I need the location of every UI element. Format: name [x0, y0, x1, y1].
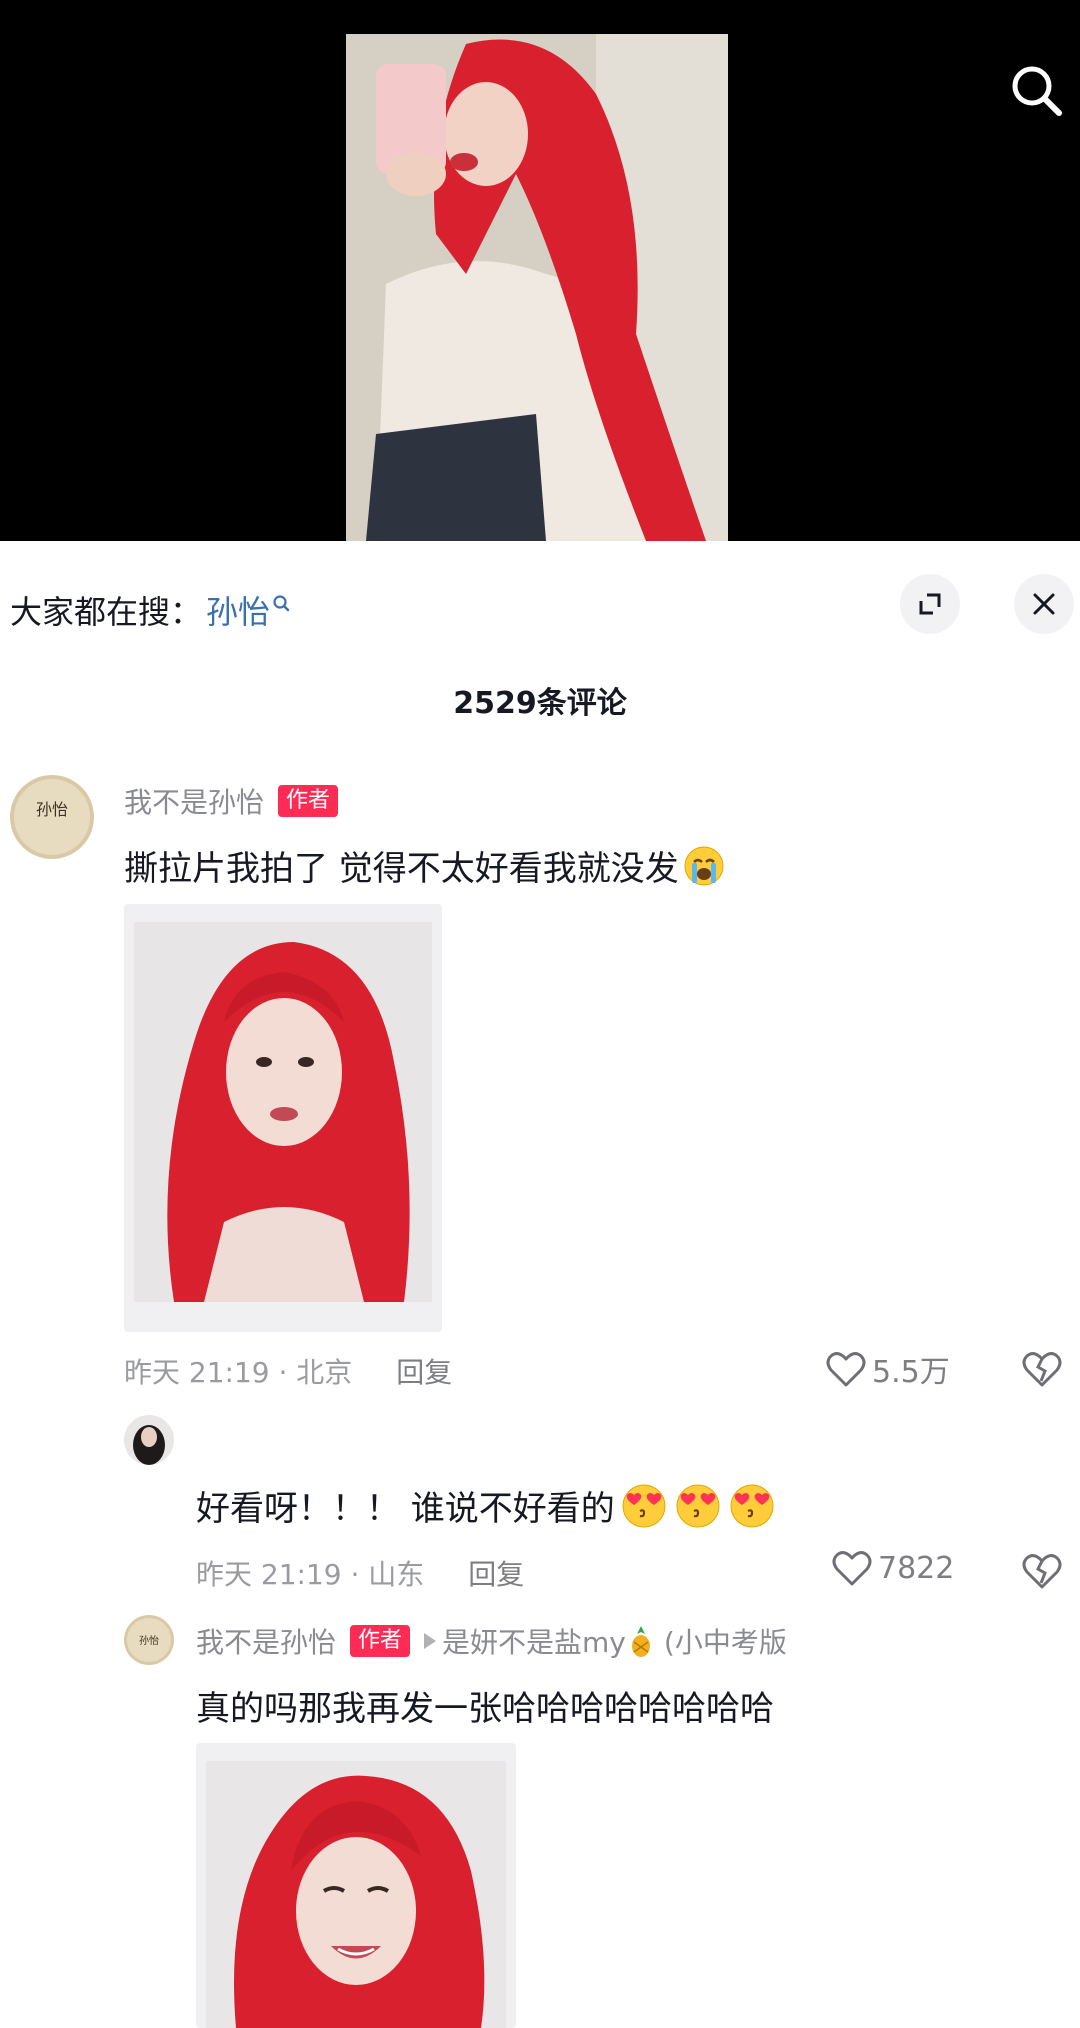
author-badge: 作者 [278, 785, 339, 817]
avatar-image: 孙怡 [124, 1615, 174, 1665]
reply-to-username[interactable]: 是妍不是盐my [442, 1621, 626, 1661]
dislike-button[interactable] [1020, 1549, 1064, 1593]
heart-icon [826, 1352, 866, 1387]
broken-heart-icon [1022, 1554, 1062, 1589]
reply-button[interactable]: 回复 [396, 1351, 452, 1391]
heart-icon [832, 1551, 872, 1586]
comment-image[interactable] [196, 1743, 516, 2028]
search-icon [1012, 66, 1062, 116]
comment-image[interactable] [124, 904, 442, 1332]
like-button[interactable]: 7822 [832, 1549, 954, 1587]
video-player[interactable] [0, 0, 1080, 541]
reply-to-suffix: (小中考版 [663, 1626, 787, 1659]
portrait-photo [206, 1761, 506, 2028]
comment-meta: 昨天 21:19 · 山东 回复 [196, 1553, 524, 1593]
search-button[interactable] [1006, 60, 1066, 120]
comment-text: 撕拉片我拍了 觉得不太好看我就没发 [124, 841, 725, 890]
close-icon [1033, 593, 1055, 615]
expand-icon [919, 593, 941, 615]
pineapple-emoji [631, 1626, 650, 1657]
comment-text: 真的吗那我再发一张哈哈哈哈哈哈哈哈 [196, 1689, 774, 1729]
comment-meta: 昨天 21:19 · 北京 回复 [124, 1351, 452, 1391]
polaroid-photo [206, 1761, 506, 2028]
expand-button[interactable] [900, 574, 960, 634]
comment-time-location: 昨天 21:19 · 山东 [196, 1558, 425, 1591]
svg-text:孙怡: 孙怡 [139, 1634, 159, 1647]
close-button[interactable] [1014, 574, 1074, 634]
video-photo [346, 34, 728, 541]
reply-button[interactable]: 回复 [468, 1553, 524, 1593]
broken-heart-icon [1022, 1352, 1062, 1387]
comment-username[interactable]: 我不是孙怡 作者 [124, 781, 339, 821]
comment-count: 2529条评论 [453, 686, 627, 721]
comment-panel: 大家都在搜： 孙怡 2529条评论 孙怡 我不是孙怡 作者 撕拉片我拍了 觉得不… [0, 541, 1080, 2028]
avatar-image: 孙怡 [10, 775, 94, 859]
search-icon [273, 595, 290, 612]
like-button[interactable]: 5.5万 [826, 1347, 950, 1391]
author-badge: 作者 [350, 1625, 411, 1657]
hot-search-keyword[interactable]: 孙怡 [206, 587, 270, 633]
heart-eyes-emoji [676, 1484, 720, 1527]
comment-username[interactable] [196, 1421, 616, 1447]
comment-time-location: 昨天 21:19 · 北京 [124, 1356, 353, 1389]
video-frame[interactable] [346, 34, 728, 541]
hot-search-bar[interactable]: 大家都在搜： 孙怡 [10, 587, 292, 633]
heart-eyes-emoji [622, 1484, 666, 1527]
polaroid-photo [134, 922, 432, 1302]
portrait-photo [134, 922, 432, 1302]
avatar[interactable] [124, 1415, 174, 1465]
comment-username[interactable]: 我不是孙怡 作者 是妍不是盐my (小中考版 [196, 1621, 787, 1661]
avatar-image [124, 1415, 174, 1465]
svg-text:孙怡: 孙怡 [36, 800, 68, 819]
crying-emoji [684, 846, 724, 885]
avatar[interactable]: 孙怡 [124, 1615, 174, 1665]
hot-search-label: 大家都在搜： [10, 593, 203, 631]
reply-arrow-icon [424, 1633, 437, 1649]
dislike-button[interactable] [1020, 1347, 1064, 1391]
heart-eyes-emoji [730, 1484, 774, 1527]
like-count: 5.5万 [872, 1355, 950, 1390]
comment-text: 好看呀！！！ 谁说不好看的 [196, 1481, 777, 1530]
avatar[interactable]: 孙怡 [10, 775, 94, 859]
like-count: 7822 [878, 1550, 955, 1586]
